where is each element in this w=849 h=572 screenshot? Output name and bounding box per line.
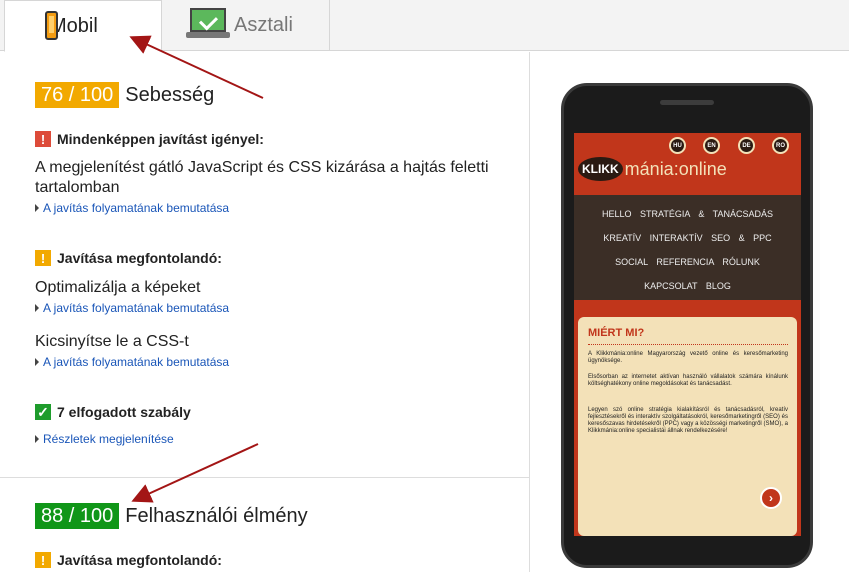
- tab-desktop-label: Asztali: [234, 14, 293, 36]
- expand-triangle-icon: [35, 435, 39, 443]
- dotted-divider: [588, 344, 788, 345]
- preview-screen: HU EN DE RO KLIKK mánia:online HELLO STR…: [574, 133, 801, 536]
- logo-mark: KLIKK: [578, 157, 623, 181]
- menu-row: SOCIAL REFERENCIA RÓLUNK: [615, 257, 760, 267]
- passed-heading: ✓ 7 elfogadott szabály: [35, 404, 191, 420]
- menu-row: KAPCSOLAT BLOG: [644, 281, 731, 291]
- more-arrow-button: ›: [760, 487, 782, 509]
- site-header: HU EN DE RO KLIKK mánia:online: [574, 133, 801, 195]
- ux-title: Felhasználói élmény: [125, 504, 308, 527]
- results-panel: 76 / 100 Sebesség ! Mindenképpen javítás…: [0, 52, 530, 572]
- must-fix-heading-text: Mindenképpen javítást igényel:: [57, 131, 264, 147]
- check-icon: ✓: [35, 404, 51, 420]
- ux-score-badge: 88 / 100: [35, 503, 120, 529]
- mobile-preview-phone: HU EN DE RO KLIKK mánia:online HELLO STR…: [561, 83, 813, 568]
- expand-triangle-icon: [35, 304, 39, 312]
- rule-title[interactable]: Kicsinyítse le a CSS-t: [35, 332, 505, 352]
- rule-title[interactable]: Optimalizálja a képeket: [35, 278, 505, 298]
- site-logo: KLIKK mánia:online: [578, 157, 727, 181]
- ux-score-line: 88 / 100 Felhasználói élmény: [35, 503, 308, 529]
- monitor-icon: [186, 8, 230, 38]
- menu-row: KREATÍV INTERAKTÍV SEO & PPC: [603, 233, 772, 243]
- why-us-title: MIÉRT MI?: [588, 327, 645, 339]
- phone-icon: [45, 11, 58, 40]
- consider-heading-text: Javítása megfontolandó:: [57, 250, 222, 266]
- rule-details-link[interactable]: A javítás folyamatának bemutatása: [35, 201, 229, 215]
- why-us-paragraph: Elsősorban az internetet aktívan használ…: [588, 374, 788, 387]
- rule-details-link[interactable]: A javítás folyamatának bemutatása: [35, 355, 229, 369]
- menu-row: HELLO STRATÉGIA & TANÁCSADÁS: [601, 209, 774, 219]
- lang-ro-button: RO: [772, 137, 789, 154]
- rule-title[interactable]: A megjelenítést gátló JavaScript és CSS …: [35, 158, 505, 198]
- consider-heading: ! Javítása megfontolandó:: [35, 250, 222, 266]
- passed-heading-text: 7 elfogadott szabály: [57, 404, 191, 420]
- speed-score-line: 76 / 100 Sebesség: [35, 82, 214, 108]
- passed-details-link[interactable]: Részletek megjelenítése: [35, 432, 174, 446]
- expand-triangle-icon: [35, 358, 39, 366]
- expand-triangle-icon: [35, 204, 39, 212]
- speed-title: Sebesség: [125, 83, 215, 106]
- ux-consider-heading-text: Javítása megfontolandó:: [57, 552, 222, 568]
- warning-icon: !: [35, 552, 51, 568]
- lang-de-button: DE: [738, 137, 755, 154]
- error-icon: !: [35, 131, 51, 147]
- logo-text: mánia:online: [624, 158, 727, 179]
- lang-hu-button: HU: [669, 137, 686, 154]
- warning-icon: !: [35, 250, 51, 266]
- lang-en-button: EN: [703, 137, 720, 154]
- phone-speaker: [660, 100, 714, 105]
- ux-consider-heading: ! Javítása megfontolandó:: [35, 552, 222, 568]
- why-us-paragraph: A Klikkmánia:online Magyarország vezető …: [588, 351, 788, 364]
- section-divider: [0, 477, 530, 478]
- why-us-box: MIÉRT MI? A Klikkmánia:online Magyarorsz…: [578, 317, 797, 536]
- rule-details-link[interactable]: A javítás folyamatának bemutatása: [35, 301, 229, 315]
- site-menu: HELLO STRATÉGIA & TANÁCSADÁS KREATÍV INT…: [574, 195, 801, 300]
- tab-bar: Mobil Asztali: [0, 0, 849, 52]
- speed-score-badge: 76 / 100: [35, 82, 120, 108]
- tab-mobile[interactable]: Mobil: [4, 0, 162, 52]
- why-us-paragraph: Legyen szó online stratégia kialakításró…: [588, 407, 788, 434]
- must-fix-heading: ! Mindenképpen javítást igényel:: [35, 131, 264, 147]
- tab-desktop[interactable]: Asztali: [164, 0, 330, 51]
